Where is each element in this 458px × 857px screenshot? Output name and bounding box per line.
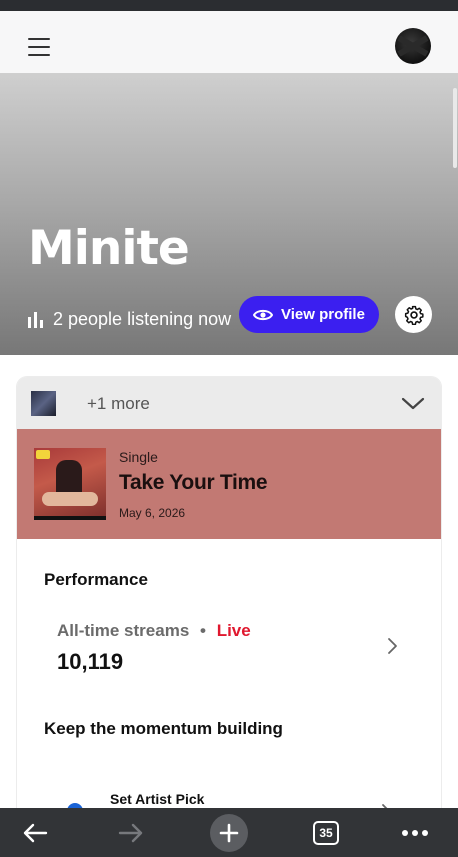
listeners-text: 2 people listening now xyxy=(53,309,232,329)
chevron-right-icon xyxy=(388,638,397,654)
all-time-streams-row[interactable]: All-time streams • Live 10,119 xyxy=(57,617,417,677)
view-profile-label: View profile xyxy=(281,306,365,323)
more-releases-label: +1 more xyxy=(87,394,150,413)
top-bar xyxy=(0,11,458,73)
new-tab-circle xyxy=(210,813,248,852)
cover-badge xyxy=(36,450,50,459)
browser-toolbar: 35 xyxy=(0,808,458,857)
cover-hand xyxy=(42,492,98,506)
performance-heading: Performance xyxy=(44,570,148,589)
momentum-heading: Keep the momentum building xyxy=(44,719,283,738)
status-strip xyxy=(0,0,458,11)
tab-count-badge: 35 xyxy=(313,820,339,845)
back-button[interactable] xyxy=(14,808,56,857)
release-date: May 6, 2026 xyxy=(119,506,186,520)
avatar-image xyxy=(397,35,429,57)
live-badge: Live xyxy=(216,621,251,640)
plus-icon xyxy=(219,823,239,842)
release-selector[interactable]: +1 more xyxy=(17,377,441,429)
eye-icon xyxy=(253,309,274,320)
more-dots-icon xyxy=(402,829,428,836)
tab-count: 35 xyxy=(319,825,333,840)
separator-dot: • xyxy=(200,621,206,640)
scrollbar-thumb[interactable] xyxy=(453,88,457,168)
release-thumbnail xyxy=(31,391,56,416)
artist-hero: Minite 2 people listening now View profi… xyxy=(0,73,458,355)
gear-icon xyxy=(404,305,424,325)
release-type: Single xyxy=(119,449,158,465)
avatar[interactable] xyxy=(395,28,431,64)
forward-arrow-icon xyxy=(118,823,143,842)
back-arrow-icon xyxy=(23,823,48,842)
browser-menu-button[interactable] xyxy=(394,808,436,857)
view-profile-button[interactable]: View profile xyxy=(239,296,379,333)
release-banner[interactable]: Single Take Your Time May 6, 2026 xyxy=(17,429,441,539)
release-cover-art xyxy=(34,448,106,520)
forward-button[interactable] xyxy=(110,808,152,857)
new-tab-button[interactable] xyxy=(209,808,249,857)
artist-pick-label: Set Artist Pick xyxy=(110,791,205,807)
streams-label-group: All-time streams • Live xyxy=(57,621,251,641)
streams-value: 10,119 xyxy=(57,649,124,674)
settings-button[interactable] xyxy=(395,296,432,333)
release-title: Take Your Time xyxy=(119,471,268,494)
tabs-button[interactable]: 35 xyxy=(306,808,346,857)
bar-chart-icon xyxy=(28,311,43,328)
streams-label: All-time streams xyxy=(57,621,190,640)
listeners-indicator: 2 people listening now xyxy=(28,309,231,330)
release-card: +1 more Single Take Your Time May 6, 202… xyxy=(17,377,441,847)
hamburger-menu-icon[interactable] xyxy=(28,38,52,56)
chevron-down-icon[interactable] xyxy=(401,393,425,413)
cover-strip xyxy=(34,516,106,520)
artist-name: Minite xyxy=(28,221,190,276)
